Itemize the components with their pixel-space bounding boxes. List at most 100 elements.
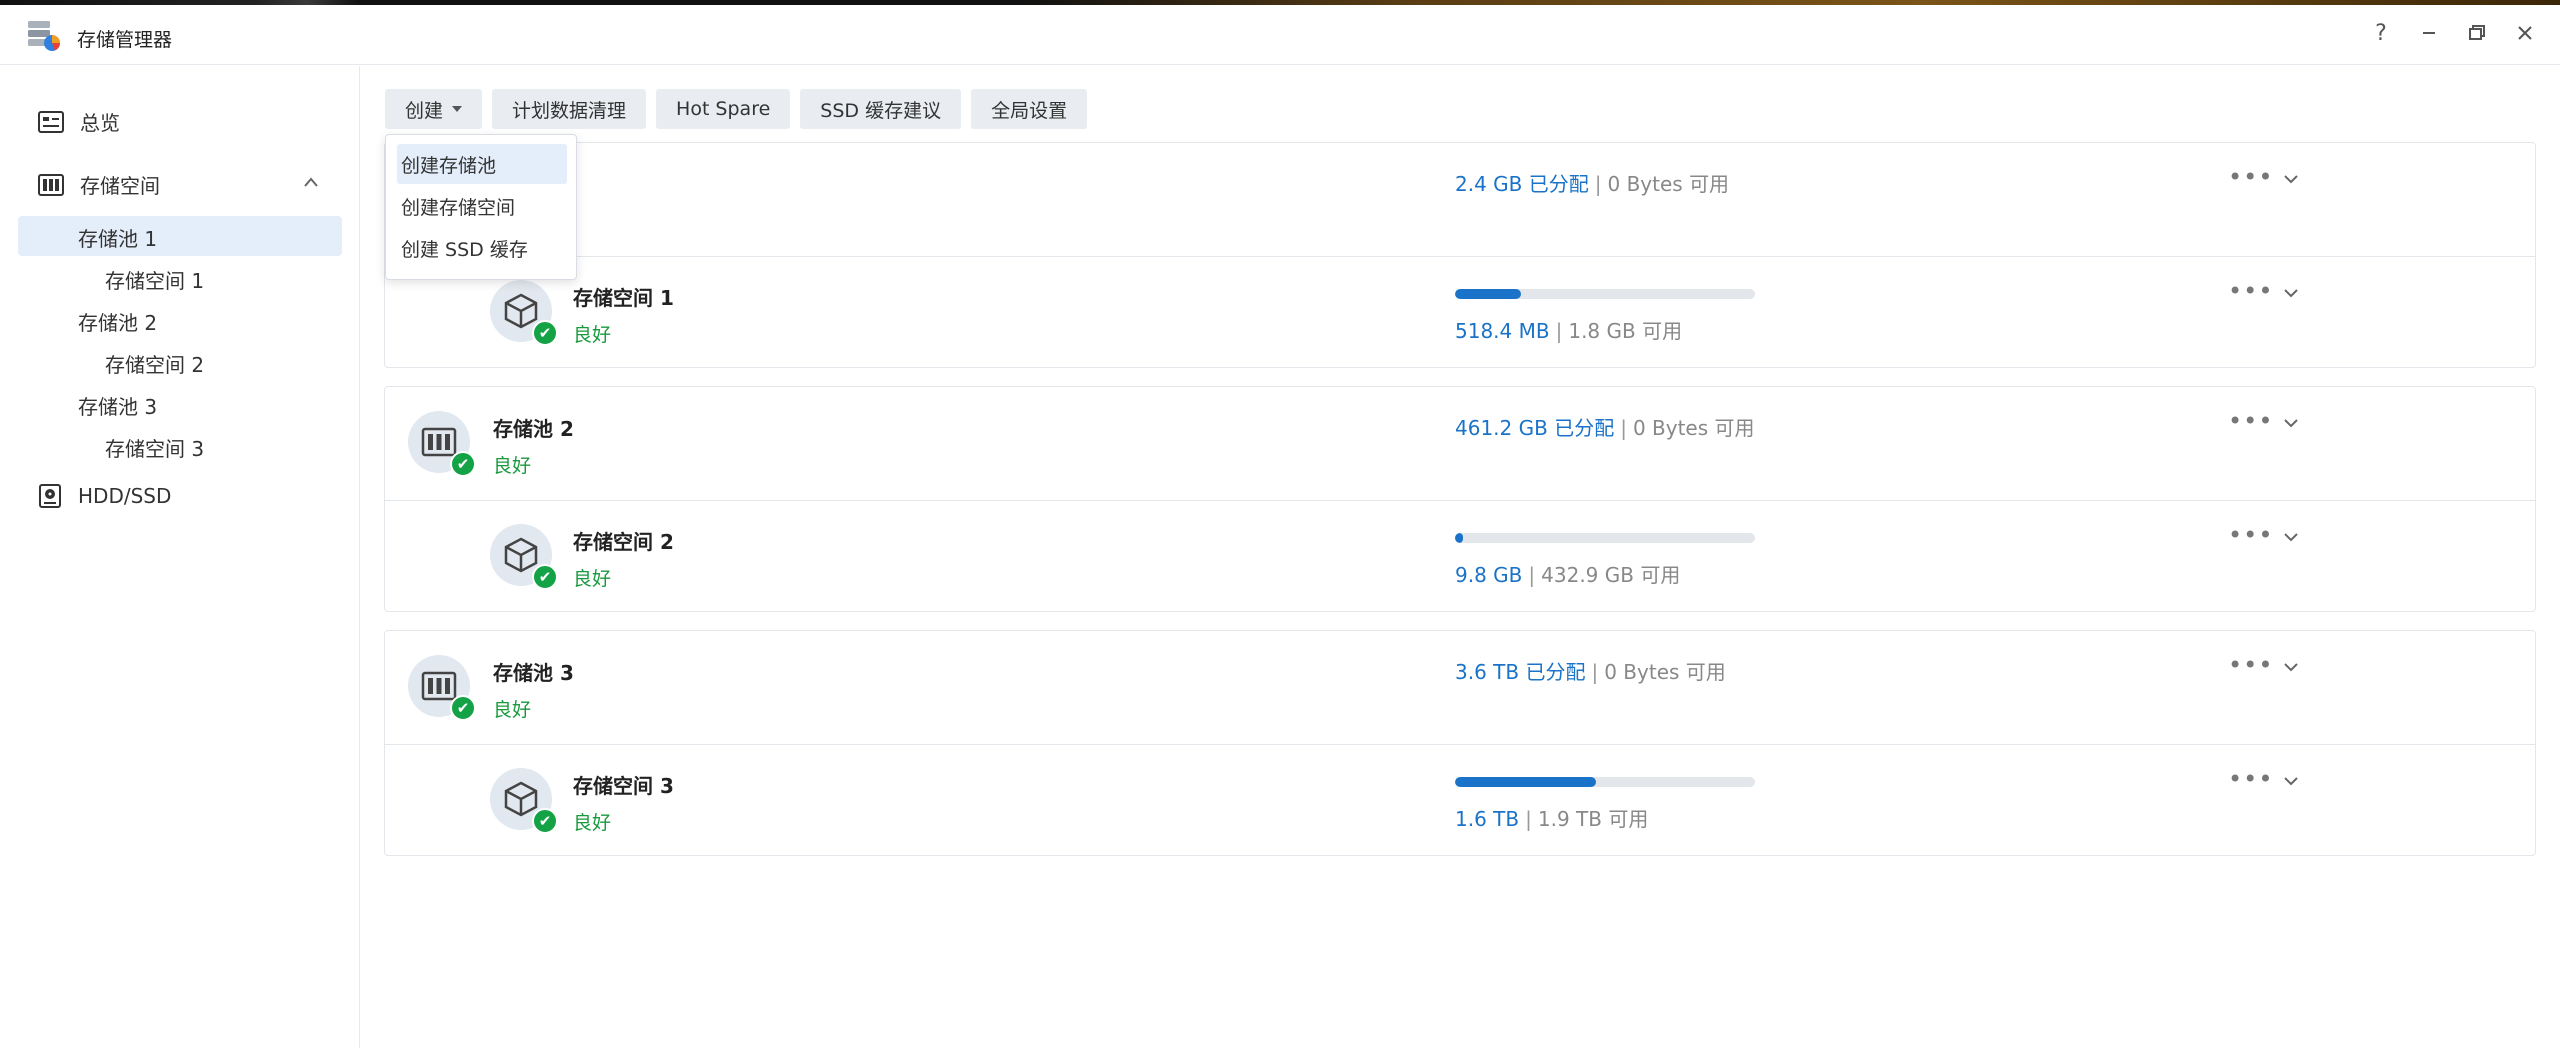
toolbar: 创建 计划数据清理 Hot Spare SSD 缓存建议 全局设置 [385, 89, 1088, 129]
more-options-icon[interactable]: ••• [2228, 765, 2273, 793]
pool-usage: 2.4 GB 已分配 | 0 Bytes 可用 [1455, 168, 1729, 197]
pool-status: 良好 [493, 455, 532, 477]
title-bar: 存储管理器 ? [0, 5, 2560, 65]
pool-name: 存储池 3 [493, 661, 574, 685]
pool-status: 良好 [493, 699, 532, 721]
separator: | [1525, 807, 1532, 831]
volume-status: 良好 [573, 812, 612, 834]
available-text: 432.9 GB 可用 [1541, 563, 1681, 587]
volume-status: 良好 [573, 568, 612, 590]
volume-icon: ✔ [490, 280, 558, 346]
volume-usage: 9.8 GB | 432.9 GB 可用 [1455, 559, 1680, 588]
menu-item-create-ssd-cache[interactable]: 创建 SSD 缓存 [397, 228, 567, 268]
restore-icon[interactable] [2464, 19, 2490, 47]
sidebar-item-storage[interactable]: 存储空间 [38, 170, 160, 199]
storage-pool-icon: ✔ [408, 411, 476, 477]
sidebar-item-volume-3[interactable]: 存储空间 3 [105, 433, 204, 462]
create-button-label: 创建 [405, 99, 444, 122]
separator: | [1555, 319, 1563, 343]
used-text: 518.4 MB [1455, 319, 1550, 343]
pool-panel-1: 2.4 GB 已分配 | 0 Bytes 可用 ••• ✔ 存储空间 1 良好 51… [384, 142, 2536, 368]
close-icon[interactable] [2512, 19, 2538, 47]
volume-usage: 518.4 MB | 1.8 GB 可用 [1455, 315, 1682, 344]
available-text: 1.9 TB 可用 [1537, 807, 1649, 831]
pool-row[interactable]: ✔ 存储池 3 良好 3.6 TB 已分配 | 0 Bytes 可用 ••• [385, 631, 2535, 743]
ssd-cache-advisor-button[interactable]: SSD 缓存建议 [800, 89, 962, 129]
menu-item-create-volume[interactable]: 创建存储空间 [397, 186, 567, 226]
volume-row[interactable]: ✔ 存储空间 1 良好 518.4 MB | 1.8 GB 可用 ••• [385, 256, 2535, 368]
volume-name: 存储空间 1 [573, 286, 674, 310]
check-icon: ✔ [532, 564, 558, 590]
available-text: 1.8 GB 可用 [1568, 319, 1683, 343]
sidebar-item-label: HDD/SSD [78, 484, 172, 508]
help-icon[interactable]: ? [2368, 19, 2394, 47]
minimize-icon[interactable] [2416, 19, 2442, 47]
volume-status: 良好 [573, 324, 612, 346]
pool-usage: 3.6 TB 已分配 | 0 Bytes 可用 [1455, 656, 1726, 685]
sidebar-item-label: 总览 [80, 111, 120, 135]
pool-panel-2: ✔ 存储池 2 良好 461.2 GB 已分配 | 0 Bytes 可用 ••• ✔… [384, 386, 2536, 612]
check-icon: ✔ [450, 695, 476, 721]
chevron-up-icon[interactable] [303, 176, 319, 188]
sidebar-item-label: 存储空间 [80, 174, 160, 198]
separator: | [1620, 416, 1627, 440]
more-options-icon[interactable]: ••• [2228, 651, 2273, 679]
volume-usage-fill [1455, 533, 1463, 543]
storage-pool-icon: ✔ [408, 655, 476, 721]
available-text: 0 Bytes 可用 [1607, 172, 1730, 196]
separator: | [1594, 172, 1602, 196]
pool-row[interactable]: ✔ 存储池 2 良好 461.2 GB 已分配 | 0 Bytes 可用 ••• [385, 387, 2535, 499]
chevron-down-icon[interactable] [2283, 529, 2299, 545]
available-text: 0 Bytes 可用 [1632, 416, 1755, 440]
sidebar-item-hdd-ssd[interactable]: HDD/SSD [38, 484, 171, 508]
hdd-icon [39, 484, 61, 508]
volume-row[interactable]: ✔ 存储空间 3 良好 1.6 TB | 1.9 TB 可用 ••• [385, 744, 2535, 856]
global-settings-button[interactable]: 全局设置 [971, 89, 1088, 129]
hot-spare-button[interactable]: Hot Spare [656, 89, 791, 129]
volume-row[interactable]: ✔ 存储空间 2 良好 9.8 GB | 432.9 GB 可用 ••• [385, 500, 2535, 612]
menu-item-create-pool[interactable]: 创建存储池 [397, 144, 567, 184]
volume-usage-bar [1455, 289, 1755, 299]
volume-usage-bar [1455, 533, 1755, 543]
volume-name: 存储空间 3 [573, 774, 674, 798]
sidebar-item-pool-2[interactable]: 存储池 2 [78, 307, 157, 336]
sidebar-item-pool-1[interactable]: 存储池 1 [78, 223, 157, 252]
pool-panel-3: ✔ 存储池 3 良好 3.6 TB 已分配 | 0 Bytes 可用 ••• ✔ 存… [384, 630, 2536, 856]
storage-manager-icon [28, 21, 61, 51]
volume-usage-fill [1455, 777, 1596, 787]
sidebar-selection-highlight [18, 216, 342, 256]
more-options-icon[interactable]: ••• [2228, 407, 2273, 435]
separator: | [1591, 660, 1599, 684]
caret-down-icon [452, 106, 463, 112]
allocated-text: 3.6 TB 已分配 [1455, 660, 1586, 684]
create-button[interactable]: 创建 [385, 89, 483, 129]
chevron-down-icon[interactable] [2283, 659, 2299, 675]
chevron-down-icon[interactable] [2283, 285, 2299, 301]
pool-name: 存储池 2 [493, 417, 574, 441]
sidebar-item-pool-3[interactable]: 存储池 3 [78, 391, 157, 420]
volume-usage: 1.6 TB | 1.9 TB 可用 [1455, 803, 1648, 832]
window-title: 存储管理器 [77, 29, 173, 51]
sidebar-item-volume-2[interactable]: 存储空间 2 [105, 349, 204, 378]
sidebar-item-overview[interactable]: 总览 [38, 107, 120, 136]
used-text: 1.6 TB [1455, 807, 1520, 831]
volume-usage-bar [1455, 777, 1755, 787]
used-text: 9.8 GB [1455, 563, 1523, 587]
more-options-icon[interactable]: ••• [2228, 521, 2273, 549]
allocated-text: 461.2 GB 已分配 [1455, 416, 1615, 440]
overview-icon [38, 110, 64, 133]
pool-row[interactable]: 2.4 GB 已分配 | 0 Bytes 可用 ••• [385, 143, 2535, 255]
volume-name: 存储空间 2 [573, 530, 674, 554]
chevron-down-icon[interactable] [2283, 773, 2299, 789]
allocated-text: 2.4 GB 已分配 [1455, 172, 1589, 196]
more-options-icon[interactable]: ••• [2228, 163, 2273, 191]
more-options-icon[interactable]: ••• [2228, 277, 2273, 305]
check-icon: ✔ [532, 808, 558, 834]
chevron-down-icon[interactable] [2283, 415, 2299, 431]
separator: | [1528, 563, 1536, 587]
chevron-down-icon[interactable] [2283, 171, 2299, 187]
sidebar-item-volume-1[interactable]: 存储空间 1 [105, 265, 204, 294]
volume-icon: ✔ [490, 524, 558, 590]
data-scrubbing-button[interactable]: 计划数据清理 [492, 89, 647, 129]
check-icon: ✔ [450, 451, 476, 477]
